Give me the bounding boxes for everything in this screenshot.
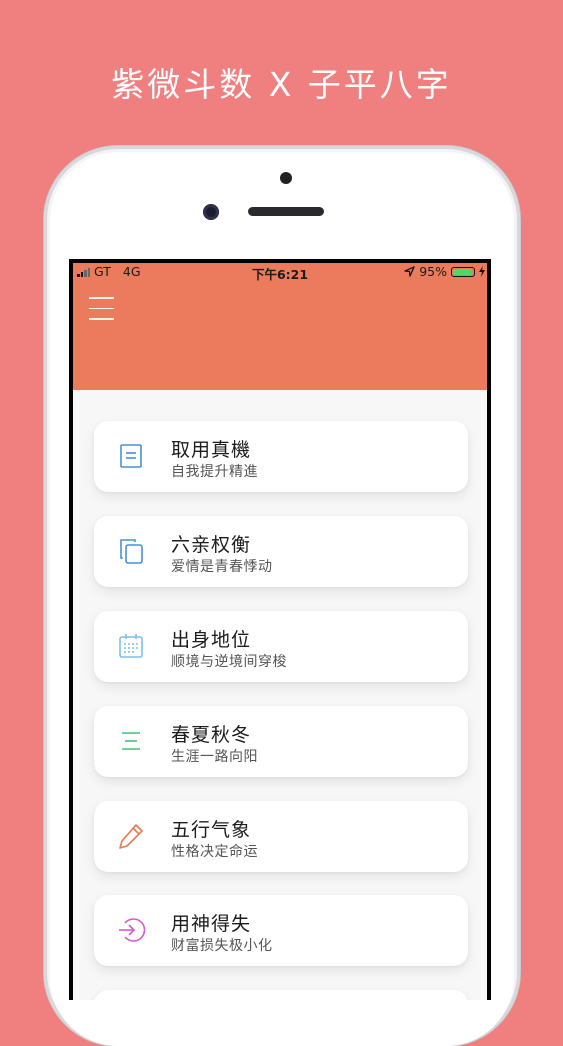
copy-icon: [120, 539, 143, 564]
sign-in-icon: [119, 918, 146, 942]
menu-card-liu-qin-quan-heng[interactable]: 六亲权衡 爱情是青春悸动: [94, 516, 468, 587]
card-title: 取用真機: [171, 439, 252, 461]
card-title: 六亲权衡: [171, 534, 252, 556]
menu-hamburger-icon[interactable]: [89, 297, 114, 329]
list-icon: [122, 732, 140, 750]
document-icon: [120, 444, 142, 468]
pencil-icon: [119, 824, 143, 849]
battery-percent: 95%: [419, 264, 447, 279]
card-subtitle: 自我提升精進: [171, 464, 258, 480]
menu-card-partial[interactable]: [94, 990, 468, 1000]
sensor-dot: [280, 172, 292, 184]
location-arrow-icon: [404, 266, 415, 277]
battery-icon: [451, 266, 475, 277]
front-camera: [203, 204, 219, 220]
card-subtitle: 生涯一路向阳: [171, 749, 258, 765]
app-header: GT 4G 下午6:21 95%: [73, 263, 487, 390]
card-title: 春夏秋冬: [171, 724, 252, 746]
calendar-icon: [119, 634, 143, 658]
menu-card-wu-xing-qi-xiang[interactable]: 五行气象 性格决定命运: [94, 801, 468, 872]
card-title: 用神得失: [171, 913, 252, 935]
menu-card-chun-xia-qiu-dong[interactable]: 春夏秋冬 生涯一路向阳: [94, 706, 468, 777]
card-title: 五行气象: [171, 819, 252, 841]
card-subtitle: 顺境与逆境间穿梭: [171, 654, 287, 670]
headline: 紫微斗数 X 子平八字: [111, 65, 452, 104]
menu-card-qu-yong-zhen-ji[interactable]: 取用真機 自我提升精進: [94, 421, 468, 492]
phone-screen: GT 4G 下午6:21 95% 取用真機 自我提升精進 六亲权衡 爱情是青春悸…: [69, 259, 491, 1000]
card-subtitle: 性格决定命运: [171, 844, 258, 860]
status-bar: GT 4G 下午6:21 95%: [73, 263, 487, 282]
card-subtitle: 爱情是青春悸动: [171, 559, 273, 575]
menu-card-chu-shen-di-wei[interactable]: 出身地位 顺境与逆境间穿梭: [94, 611, 468, 682]
speaker-grille: [248, 207, 324, 216]
card-subtitle: 财富损失极小化: [171, 938, 273, 954]
card-title: 出身地位: [171, 629, 252, 651]
menu-card-yong-shen-de-shi[interactable]: 用神得失 财富损失极小化: [94, 895, 468, 966]
charging-icon: [479, 266, 485, 277]
